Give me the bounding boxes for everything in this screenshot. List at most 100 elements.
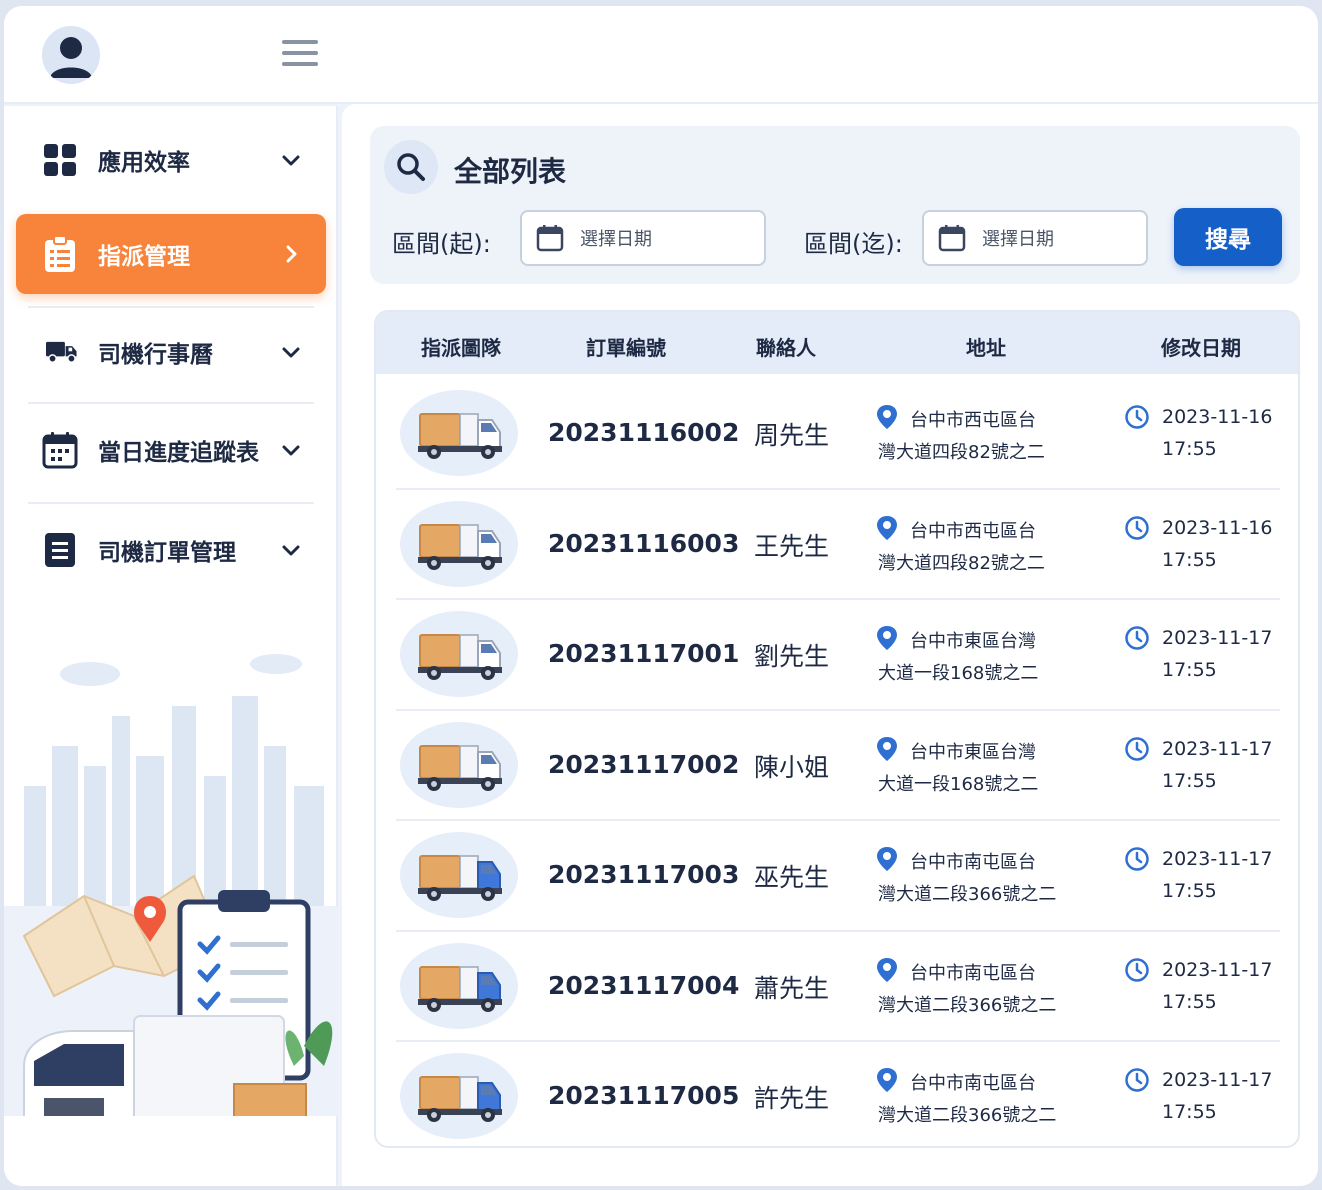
order-number: 20231117003 — [548, 860, 740, 889]
sidebar-item-label: 指派管理 — [98, 244, 190, 270]
clock-icon — [1125, 626, 1149, 650]
clock-icon — [1125, 736, 1149, 761]
top-bar — [4, 6, 1318, 104]
sidebar-item-label: 應用效率 — [98, 150, 190, 176]
sidebar-item-daily-progress[interactable]: 當日進度追蹤表 — [16, 410, 326, 490]
order-number: 20231117005 — [548, 1081, 740, 1110]
truck-icon — [400, 942, 518, 1029]
table-row[interactable]: 20231116002 周先生 台中市西屯區台灣大道四段82號之二 2023-11-1… — [396, 378, 1280, 488]
column-header: 修改日期 — [1161, 336, 1241, 360]
search-button[interactable]: 搜尋 — [1174, 208, 1282, 266]
chevron-right-icon — [286, 245, 297, 263]
column-header: 訂單編號 — [586, 336, 666, 360]
sidebar-item-dispatch-management[interactable]: 指派管理 — [16, 214, 326, 294]
sidebar-item-label: 司機行事曆 — [98, 342, 213, 368]
search-panel: 全部列表 區間(起): 選擇日期 區間(迄): 選擇日期 搜尋 — [370, 126, 1300, 284]
end-date-label: 區間(迄): — [804, 230, 903, 258]
app-window: 應用效率 指派管理 司機行事曆 當日進度追蹤表 司機訂單管理 全部列表 區間(起… — [4, 6, 1318, 1186]
truck-icon — [42, 334, 78, 370]
address-line-2: 灣大道二段366號之二 — [878, 1105, 1057, 1126]
modified-time: 17:55 — [1162, 1101, 1217, 1123]
table-row[interactable]: 20231117005 許先生 台中市南屯區台灣大道二段366號之二 2023-11-… — [396, 1041, 1280, 1146]
modified-time: 17:55 — [1162, 769, 1217, 792]
clock-icon — [1125, 405, 1149, 429]
contact-name: 王先生 — [754, 531, 830, 561]
table-row[interactable]: 20231117003 巫先生 台中市南屯區台 灣大道二段366號之二 2023-11-… — [396, 820, 1280, 930]
table-header: 指派圖隊 訂單編號 聯絡人 地址 修改日期 — [376, 312, 1298, 374]
table-row[interactable]: 20231117004 蕭先生 台中市南屯區台 灣大道二段366號之二 2023-11-… — [396, 931, 1280, 1041]
sidebar-item-label: 當日進度追蹤表 — [98, 440, 259, 466]
table-row[interactable]: 20231117002 陳小姐 台中市東區台灣 大道一段168號之二 2023-11-1… — [396, 710, 1280, 820]
calendar-icon — [536, 225, 564, 252]
modified-date: 2023-11-17 — [1162, 627, 1273, 649]
order-number: 20231116003 — [548, 528, 740, 558]
contact-name: 陳小姐 — [754, 752, 830, 782]
location-pin-icon — [877, 515, 897, 540]
address-line-1: 台中市東區台灣 — [910, 741, 1036, 763]
table-row[interactable]: 20231117001 劉先生 台中市東區台灣 大道一段168號之二 2023-11-1… — [396, 599, 1280, 709]
truck-icon — [400, 832, 518, 918]
chevron-down-icon — [282, 155, 300, 166]
chevron-down-icon — [282, 545, 300, 556]
address-line-1: 台中市西屯區台 — [910, 520, 1036, 542]
page-title: 全部列表 — [454, 155, 567, 188]
start-date-field[interactable]: 選擇日期 — [520, 210, 766, 266]
modified-time: 17:55 — [1162, 659, 1217, 681]
location-pin-icon — [877, 847, 897, 871]
orders-table: 指派圖隊 訂單編號 聯絡人 地址 修改日期 20231116002 周先生 台中市西… — [374, 310, 1300, 1148]
address-line-2: 灣大道四段82號之二 — [878, 552, 1045, 574]
contact-name: 周先生 — [754, 421, 830, 450]
document-icon — [42, 532, 78, 568]
truck-icon — [400, 390, 518, 476]
contact-name: 劉先生 — [754, 642, 830, 671]
contact-name: 許先生 — [754, 1084, 830, 1113]
modified-time: 17:55 — [1162, 880, 1217, 902]
menu-toggle-icon[interactable] — [282, 40, 318, 70]
order-number: 20231117004 — [548, 970, 740, 1000]
user-avatar-icon[interactable] — [42, 26, 100, 84]
clock-icon — [1125, 1068, 1149, 1092]
search-icon[interactable] — [384, 140, 438, 194]
address-line-1: 台中市南屯區台 — [910, 1073, 1036, 1094]
calendar-icon — [42, 432, 78, 469]
location-pin-icon — [877, 957, 897, 982]
address-line-1: 台中市西屯區台 — [910, 410, 1036, 431]
modified-time: 17:55 — [1162, 438, 1217, 460]
modified-date: 2023-11-16 — [1162, 516, 1273, 539]
column-header: 指派圖隊 — [421, 336, 501, 360]
location-pin-icon — [877, 405, 897, 429]
contact-name: 蕭先生 — [754, 973, 830, 1003]
clock-icon — [1125, 847, 1149, 871]
chevron-down-icon — [282, 347, 300, 358]
sidebar: 應用效率 指派管理 司機行事曆 當日進度追蹤表 司機訂單管理 — [4, 106, 338, 1186]
clock-icon — [1125, 957, 1149, 982]
table-row[interactable]: 20231116003 王先生 台中市西屯區台灣大道四段82號之二 2023-11-1… — [396, 489, 1280, 599]
chevron-down-icon — [282, 445, 300, 456]
grid-icon — [42, 142, 78, 178]
modified-date: 2023-11-17 — [1162, 1069, 1273, 1091]
modified-date: 2023-11-17 — [1162, 848, 1273, 870]
modified-date: 2023-11-17 — [1162, 737, 1273, 760]
end-date-field[interactable]: 選擇日期 — [922, 210, 1148, 266]
location-pin-icon — [877, 626, 897, 650]
address-line-2: 灣大道二段366號之二 — [878, 884, 1057, 905]
modified-time: 17:55 — [1162, 990, 1217, 1013]
sidebar-item-label: 司機訂單管理 — [98, 540, 236, 566]
end-date-placeholder: 選擇日期 — [982, 229, 1054, 250]
order-number: 20231116002 — [548, 418, 740, 447]
start-date-label: 區間(起): — [392, 230, 491, 258]
sidebar-item-app-efficiency[interactable]: 應用效率 — [16, 120, 326, 200]
sidebar-item-driver-calendar[interactable]: 司機行事曆 — [16, 312, 326, 392]
truck-icon — [400, 500, 518, 587]
address-line-2: 灣大道二段366號之二 — [878, 994, 1057, 1016]
address-line-2: 灣大道四段82號之二 — [878, 442, 1045, 463]
address-line-2: 大道一段168號之二 — [878, 663, 1039, 684]
divider — [28, 502, 314, 504]
modified-date: 2023-11-16 — [1162, 406, 1273, 428]
calendar-icon — [938, 225, 966, 252]
truck-icon — [400, 1053, 518, 1139]
sidebar-item-driver-orders[interactable]: 司機訂單管理 — [16, 510, 326, 590]
location-pin-icon — [877, 1068, 897, 1092]
order-number: 20231117001 — [548, 639, 740, 668]
address-line-1: 台中市南屯區台 — [910, 962, 1036, 984]
